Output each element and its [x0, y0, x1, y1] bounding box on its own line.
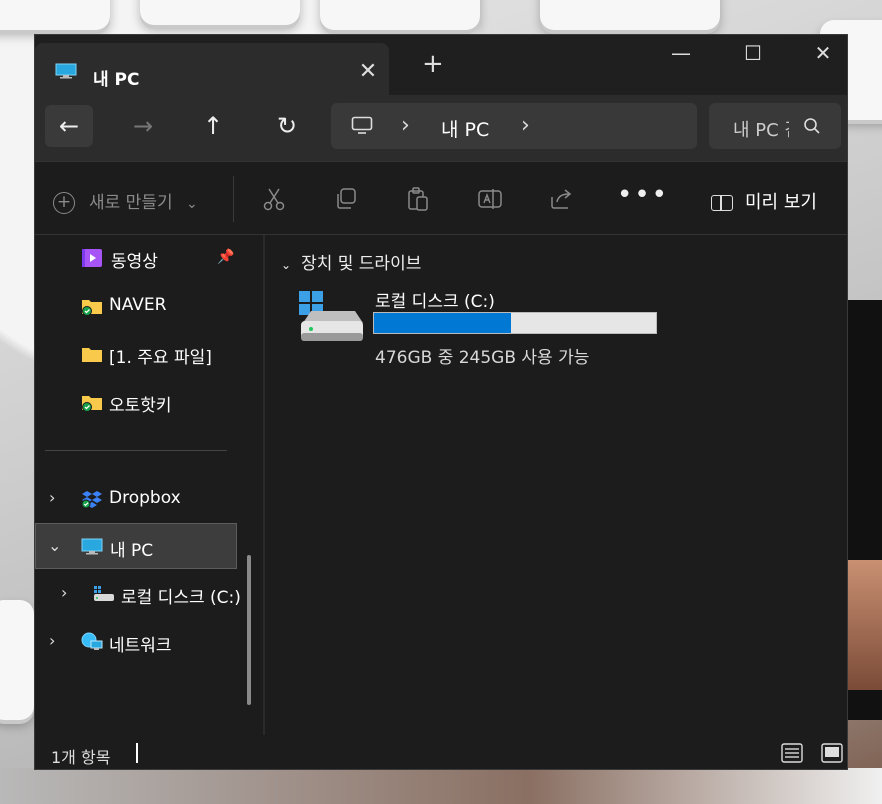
- keyboard-key: [320, 0, 480, 30]
- close-button[interactable]: ✕: [803, 41, 843, 71]
- chevron-down-icon: ⌄: [281, 258, 292, 272]
- paste-icon[interactable]: [405, 186, 431, 212]
- new-button[interactable]: + 새로 만들기 ⌄: [53, 188, 198, 214]
- copy-icon[interactable]: [333, 186, 359, 212]
- item-count: 1개 항목: [51, 748, 111, 767]
- cut-icon[interactable]: [261, 186, 287, 212]
- back-button[interactable]: ←: [45, 105, 93, 147]
- new-label: 새로 만들기: [89, 193, 173, 213]
- navigation-bar: ← → ↑ ↻ › 내 PC › 내 PC 검색: [35, 95, 847, 161]
- pc-icon: [81, 538, 103, 555]
- command-bar: + 새로 만들기 ⌄ ••• 미리 보기: [35, 161, 847, 235]
- address-bar[interactable]: › 내 PC ›: [331, 103, 697, 149]
- breadcrumb-this-pc[interactable]: 내 PC: [441, 115, 489, 142]
- desktop-strip: [0, 768, 882, 804]
- content-pane: ⌄ 장치 및 드라이브 로컬 디스크 (C:) 476GB 중 245GB 사용 …: [267, 235, 847, 735]
- group-header-devices[interactable]: ⌄ 장치 및 드라이브: [281, 249, 421, 274]
- sidebar-item-label: 로컬 디스크 (C:): [121, 588, 241, 608]
- sidebar-item-label: NAVER: [109, 295, 167, 315]
- disk-usage-fill: [374, 313, 511, 333]
- sidebar-item-label: 동영상: [111, 252, 158, 272]
- group-title: 장치 및 드라이브: [301, 254, 422, 274]
- minimize-button[interactable]: —: [661, 41, 701, 71]
- tab-close-button[interactable]: ✕: [355, 59, 381, 84]
- preview-label: 미리 보기: [745, 192, 817, 213]
- drive-free-space: 476GB 중 245GB 사용 가능: [375, 348, 590, 368]
- sidebar-item-label: 오토핫키: [109, 396, 172, 416]
- navigation-pane: 동영상 📌 NAVER [1. 주요 파일] 오토핫키 › Dropbox ⌄ …: [35, 235, 263, 735]
- disk-usage-bar: [373, 312, 657, 334]
- large-icons-view-icon[interactable]: [821, 743, 843, 763]
- search-placeholder: 내 PC 검색: [733, 120, 789, 141]
- folder-icon: [82, 348, 102, 362]
- local-disk-icon: [299, 291, 363, 341]
- preview-pane-button[interactable]: 미리 보기: [711, 188, 817, 214]
- sidebar-item-this-pc[interactable]: ⌄ 내 PC: [35, 523, 237, 569]
- search-icon: [804, 118, 820, 134]
- search-box[interactable]: 내 PC 검색: [709, 103, 841, 149]
- keyboard-key: [540, 0, 720, 30]
- up-button[interactable]: ↑: [189, 105, 237, 147]
- chevron-right-icon[interactable]: ›: [49, 631, 55, 650]
- video-folder-icon: [82, 249, 102, 267]
- folder-synced-icon: [82, 396, 102, 412]
- rename-icon[interactable]: [477, 186, 503, 212]
- status-bar: 1개 항목: [35, 735, 847, 769]
- chevron-right-icon[interactable]: ›: [49, 488, 55, 507]
- breadcrumb-separator[interactable]: ›: [401, 113, 410, 138]
- pin-icon[interactable]: 📌: [217, 249, 234, 265]
- preview-pane-icon: [711, 195, 733, 211]
- chevron-right-icon[interactable]: ›: [61, 583, 67, 602]
- sidebar-item-videos[interactable]: 동영상 📌: [35, 235, 263, 281]
- title-bar: 내 PC ✕ + — ☐ ✕: [35, 35, 847, 95]
- sidebar-item-autohotkey[interactable]: 오토핫키: [35, 379, 263, 425]
- chevron-down-icon: ⌄: [186, 196, 198, 212]
- chevron-down-icon[interactable]: ⌄: [48, 536, 61, 555]
- sidebar-item-local-disk[interactable]: › 로컬 디스크 (C:): [35, 571, 263, 617]
- refresh-button[interactable]: ↻: [263, 105, 311, 147]
- file-explorer-window: 내 PC ✕ + — ☐ ✕ ← → ↑ ↻ › 내 PC › 내 PC 검색: [34, 34, 848, 770]
- new-tab-button[interactable]: +: [422, 49, 444, 79]
- details-view-icon[interactable]: [781, 743, 803, 763]
- drive-name: 로컬 디스크 (C:): [375, 292, 495, 312]
- dropbox-icon: [81, 491, 102, 509]
- breadcrumb-separator[interactable]: ›: [521, 113, 530, 138]
- text-caret: [136, 743, 138, 763]
- sidebar-divider: [45, 450, 227, 451]
- sidebar-item-label: 네트워크: [109, 636, 172, 656]
- pane-splitter[interactable]: [263, 235, 265, 735]
- sidebar-item-main-files[interactable]: [1. 주요 파일]: [35, 331, 263, 377]
- drive-icon: [94, 586, 114, 601]
- sidebar-item-label: 내 PC: [110, 541, 154, 561]
- toolbar-divider: [233, 176, 234, 222]
- pc-icon: [55, 63, 77, 79]
- poster-photo: [848, 560, 882, 690]
- more-options-button[interactable]: •••: [617, 180, 669, 210]
- share-icon[interactable]: [549, 186, 575, 212]
- sidebar-item-label: [1. 주요 파일]: [109, 348, 212, 368]
- maximize-button[interactable]: ☐: [733, 41, 773, 71]
- network-icon: [81, 632, 103, 650]
- forward-button[interactable]: →: [119, 105, 167, 147]
- folder-synced-icon: [82, 300, 102, 316]
- keyboard-key: [0, 600, 34, 720]
- monitor-icon: [351, 116, 373, 134]
- tab-title: 내 PC: [93, 70, 140, 90]
- tab-this-pc[interactable]: 내 PC ✕: [35, 43, 389, 95]
- sidebar-item-naver[interactable]: NAVER: [35, 283, 263, 329]
- sidebar-item-network[interactable]: › 네트워크: [35, 619, 263, 665]
- plus-icon: +: [53, 192, 75, 214]
- sidebar-item-dropbox[interactable]: › Dropbox: [35, 476, 263, 522]
- keyboard-key: [140, 0, 300, 25]
- drive-tile-c[interactable]: 로컬 디스크 (C:) 476GB 중 245GB 사용 가능: [297, 287, 677, 368]
- keyboard-key: [0, 0, 110, 30]
- sidebar-item-label: Dropbox: [109, 488, 181, 508]
- sidebar-scrollbar[interactable]: [247, 555, 251, 705]
